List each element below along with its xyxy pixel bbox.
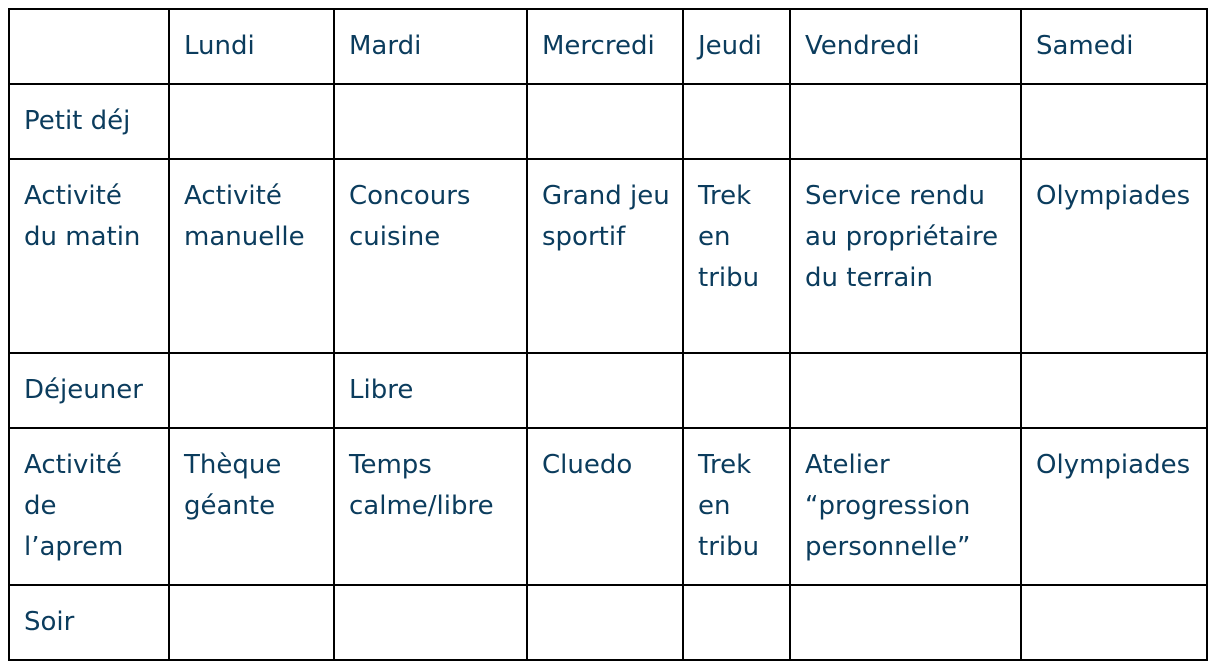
table-cell: [789, 352, 1022, 429]
table-cell: [168, 83, 335, 160]
table-cell: [333, 83, 528, 160]
table-cell: [682, 83, 791, 160]
table-cell: [789, 584, 1022, 661]
table-cell: [168, 352, 335, 429]
header-row: Lundi Mardi Mercredi Jeudi Vendredi Same…: [8, 8, 1208, 85]
table-cell: Trek en tribu: [682, 158, 791, 354]
table-row: Soir: [8, 584, 1208, 661]
table-cell: [168, 584, 335, 661]
table-cell: [789, 83, 1022, 160]
table-cell: [526, 584, 684, 661]
weekly-schedule-table: Lundi Mardi Mercredi Jeudi Vendredi Same…: [8, 8, 1208, 661]
table-cell: [333, 584, 528, 661]
table-cell: [1020, 584, 1208, 661]
day-header-mercredi: Mercredi: [526, 8, 684, 85]
day-header-jeudi: Jeudi: [682, 8, 791, 85]
table-cell: [682, 352, 791, 429]
table-cell: Activité manuelle: [168, 158, 335, 354]
table-cell: [682, 584, 791, 661]
table-row: Activité de l’aprem Thèque géante Temps …: [8, 427, 1208, 586]
table-cell: Olympiades: [1020, 158, 1208, 354]
table-cell: Concours cuisine: [333, 158, 528, 354]
row-label: Déjeuner: [8, 352, 170, 429]
row-label: Soir: [8, 584, 170, 661]
table-cell: Cluedo: [526, 427, 684, 586]
table-cell: [1020, 352, 1208, 429]
table-row: Petit déj: [8, 83, 1208, 160]
day-header-samedi: Samedi: [1020, 8, 1208, 85]
table-cell: Olympiades: [1020, 427, 1208, 586]
day-header-lundi: Lundi: [168, 8, 335, 85]
row-label: Activité du matin: [8, 158, 170, 354]
table-cell: [526, 83, 684, 160]
table-row: Activité du matin Activité manuelle Conc…: [8, 158, 1208, 354]
table-cell: Service rendu au propriétaire du terrain: [789, 158, 1022, 354]
day-header-vendredi: Vendredi: [789, 8, 1022, 85]
row-label: Activité de l’aprem: [8, 427, 170, 586]
table-cell: Atelier “progression personnelle”: [789, 427, 1022, 586]
day-header-mardi: Mardi: [333, 8, 528, 85]
table-cell: Thèque géante: [168, 427, 335, 586]
table-cell: Grand jeu sportif: [526, 158, 684, 354]
table-cell: Trek en tribu: [682, 427, 791, 586]
table-cell: [1020, 83, 1208, 160]
corner-cell: [8, 8, 170, 85]
table-cell: [526, 352, 684, 429]
table-cell: Libre: [333, 352, 528, 429]
row-label: Petit déj: [8, 83, 170, 160]
table-row: Déjeuner Libre: [8, 352, 1208, 429]
table-cell: Temps calme/libre: [333, 427, 528, 586]
